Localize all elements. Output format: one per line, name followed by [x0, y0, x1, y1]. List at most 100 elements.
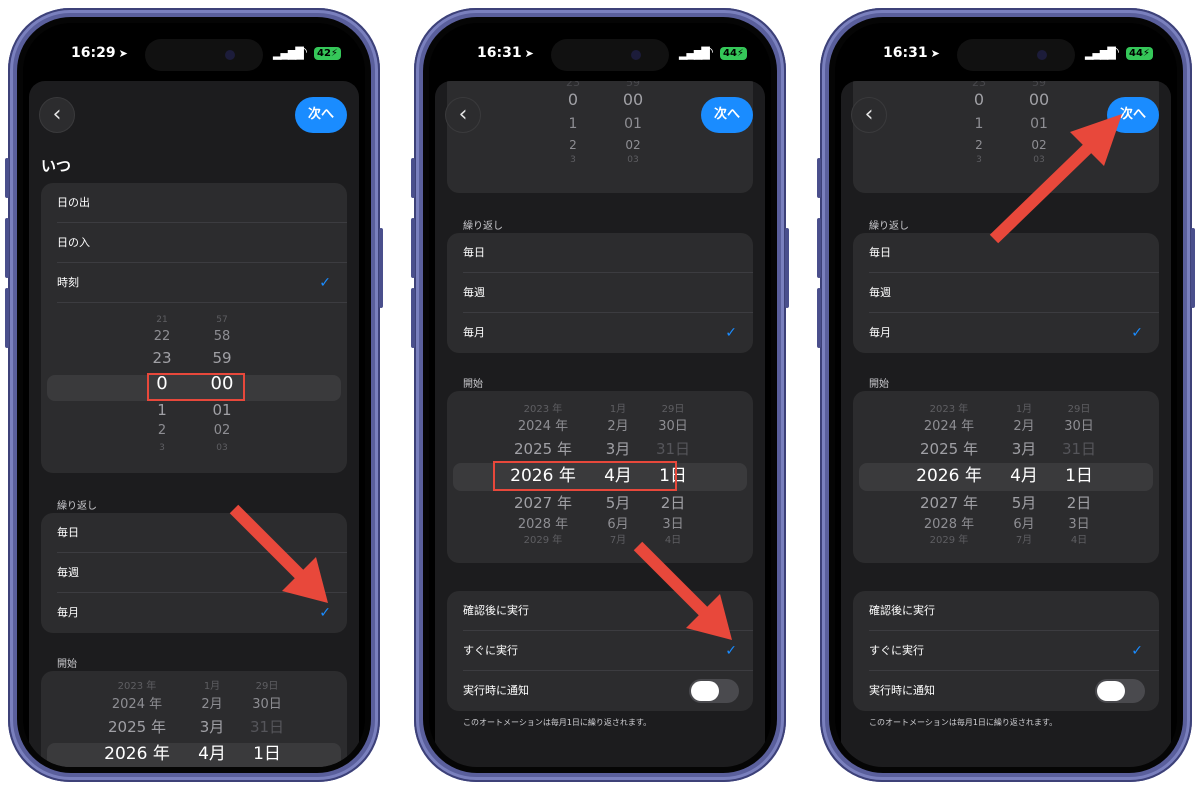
repeat-item-label: 毎月	[57, 606, 79, 619]
footnote: このオートメーションは毎月1日に繰り返されます。	[869, 718, 1058, 727]
picker-value: 6月	[1013, 517, 1035, 532]
chevron-left-icon: ‹	[864, 102, 874, 127]
picker-value: 31日	[1061, 440, 1097, 458]
repeat-item-label: 毎月	[869, 326, 891, 339]
picker-value: 29日	[661, 404, 685, 415]
side-button	[5, 288, 9, 348]
run-item-immediately[interactable]: すぐに実行 ✓	[853, 631, 1159, 671]
picker-value-selected: 4月	[198, 744, 226, 764]
repeat-item-weekly[interactable]: 毎週	[447, 273, 753, 313]
notify-label: 実行時に通知	[463, 684, 529, 697]
picker-value: 2025 年	[920, 440, 978, 458]
date-picker[interactable]: 2023 年 2024 年 2025 年 2026 年 2027 年 2028 …	[453, 403, 747, 553]
toggle-knob	[691, 681, 719, 701]
camera-icon	[225, 50, 235, 60]
annotation-highlight-box	[493, 461, 677, 491]
notify-toggle[interactable]	[689, 679, 739, 703]
picker-value: 3	[159, 443, 165, 453]
status-bar: 16:31 ➤ ▂▄▆█ ◠ 44⚡	[835, 39, 1177, 71]
start-label: 開始	[869, 379, 889, 390]
annotation-highlight-box	[147, 373, 245, 401]
notify-label: 実行時に通知	[869, 684, 935, 697]
footnote: このオートメーションは毎月1日に繰り返されます。	[463, 718, 652, 727]
picker-value: 2025 年	[514, 440, 572, 458]
picker-value-selected: 1日	[1065, 466, 1093, 486]
repeat-item-label: 毎日	[869, 246, 891, 259]
when-item-time[interactable]: 時刻 ✓	[41, 263, 347, 303]
run-item-label: すぐに実行	[463, 644, 518, 657]
month-column[interactable]: 1月 2月 3月 4月 5月 6月 7月	[999, 403, 1049, 547]
back-button[interactable]: ‹	[445, 97, 481, 133]
month-column[interactable]: 1月 2月 3月 4月	[187, 679, 237, 767]
run-item-after-confirm[interactable]: 確認後に実行	[853, 591, 1159, 631]
notify-row: 実行時に通知	[447, 671, 753, 711]
repeat-item-label: 毎週	[463, 286, 485, 299]
time-picker[interactable]: 21 22 23 0 1 2 3 57 58 59 00 01 02 03	[47, 313, 341, 463]
picker-value: 2029 年	[523, 535, 563, 546]
picker-value: 3日	[1068, 517, 1090, 532]
battery-icon: 42⚡	[314, 47, 341, 60]
wifi-icon: ◠	[1109, 45, 1119, 60]
day-column[interactable]: 29日 30日 31日 1日	[237, 679, 297, 767]
back-button[interactable]: ‹	[851, 97, 887, 133]
picker-value: 31日	[655, 440, 691, 458]
picker-value: 2月	[1013, 419, 1035, 434]
year-column[interactable]: 2023 年 2024 年 2025 年 2026 年 2027 年 2028 …	[899, 403, 999, 547]
picker-value: 2028 年	[923, 517, 975, 532]
checkmark-icon: ✓	[1131, 643, 1143, 659]
bezel: 16:29➤ ▂▄▆█ ◠ 42⚡ ‹ 次へ いつ 日の出 日の入 時刻 ✓	[17, 17, 371, 773]
when-item-sunset[interactable]: 日の入	[41, 223, 347, 263]
minute-column[interactable]: 59 00 01 02 03	[603, 81, 663, 165]
notify-toggle[interactable]	[1095, 679, 1145, 703]
status-bar: 16:29 ➤ ▂▄▆█ ◠ 42⚡	[23, 39, 365, 71]
checkmark-icon: ✓	[725, 325, 737, 341]
status-time: 16:31 ➤	[883, 45, 940, 61]
repeat-item-label: 毎月	[463, 326, 485, 339]
repeat-item-weekly[interactable]: 毎週	[853, 273, 1159, 313]
picker-value: 1月	[203, 681, 221, 692]
hour-column[interactable]: 23 0 1 2 3	[553, 81, 593, 165]
date-picker[interactable]: 2023 年 2024 年 2025 年 2026 年 1月 2月 3月 4月	[47, 679, 341, 767]
status-bar: 16:31 ➤ ▂▄▆█ ◠ 44⚡	[429, 39, 771, 71]
when-card: 日の出 日の入 時刻 ✓ 21 22 23 0 1 2 3 57 58 59 0…	[41, 183, 347, 473]
side-button	[785, 228, 789, 308]
repeat-item-daily[interactable]: 毎日	[447, 233, 753, 273]
annotation-arrow-3	[989, 114, 1122, 244]
phone-2: 16:31➤ ▂▄▆█ ◠ 44⚡ 23 0 1 2 3	[411, 8, 789, 782]
next-button[interactable]: 次へ	[701, 97, 753, 133]
picker-value: 2	[157, 423, 167, 438]
picker-value: 1	[157, 401, 167, 419]
repeat-item-monthly[interactable]: 毎月 ✓	[853, 313, 1159, 353]
picker-value: 29日	[1067, 404, 1091, 415]
picker-value: 2024 年	[517, 419, 569, 434]
side-button	[5, 158, 9, 198]
day-column[interactable]: 29日 30日 31日 1日 2日 3日 4日	[1049, 403, 1109, 547]
picker-value: 31日	[249, 718, 285, 736]
annotation-arrow-1	[229, 504, 328, 603]
picker-value: 2日	[660, 494, 686, 512]
picker-value: 1月	[609, 404, 627, 415]
dynamic-island	[145, 39, 263, 71]
side-button	[817, 158, 821, 198]
side-button	[411, 218, 415, 278]
bezel: 16:31➤ ▂▄▆█ ◠ 44⚡ 23 0 1 2 3	[423, 17, 777, 773]
status-time: 16:31 ➤	[477, 45, 534, 61]
next-button[interactable]: 次へ	[295, 97, 347, 133]
back-button[interactable]: ‹	[39, 97, 75, 133]
time-picker[interactable]: 23 0 1 2 3 59 00 01 02 03	[453, 81, 747, 193]
repeat-item-monthly[interactable]: 毎月 ✓	[447, 313, 753, 353]
side-button	[411, 288, 415, 348]
when-item-sunrise[interactable]: 日の出	[41, 183, 347, 223]
battery-level: 42	[317, 48, 331, 59]
year-column[interactable]: 2023 年 2024 年 2025 年 2026 年	[87, 679, 187, 767]
run-item-label: 確認後に実行	[869, 604, 935, 617]
side-button	[5, 218, 9, 278]
date-picker[interactable]: 2023 年 2024 年 2025 年 2026 年 2027 年 2028 …	[859, 403, 1153, 553]
picker-value: 2	[569, 138, 577, 152]
location-arrow-icon: ➤	[524, 47, 534, 60]
picker-value-selected: 2026 年	[916, 466, 982, 486]
picker-value: 2023 年	[117, 681, 157, 692]
picker-value: 2月	[201, 697, 223, 712]
picker-value: 59	[212, 349, 232, 367]
picker-value: 01	[624, 116, 642, 132]
